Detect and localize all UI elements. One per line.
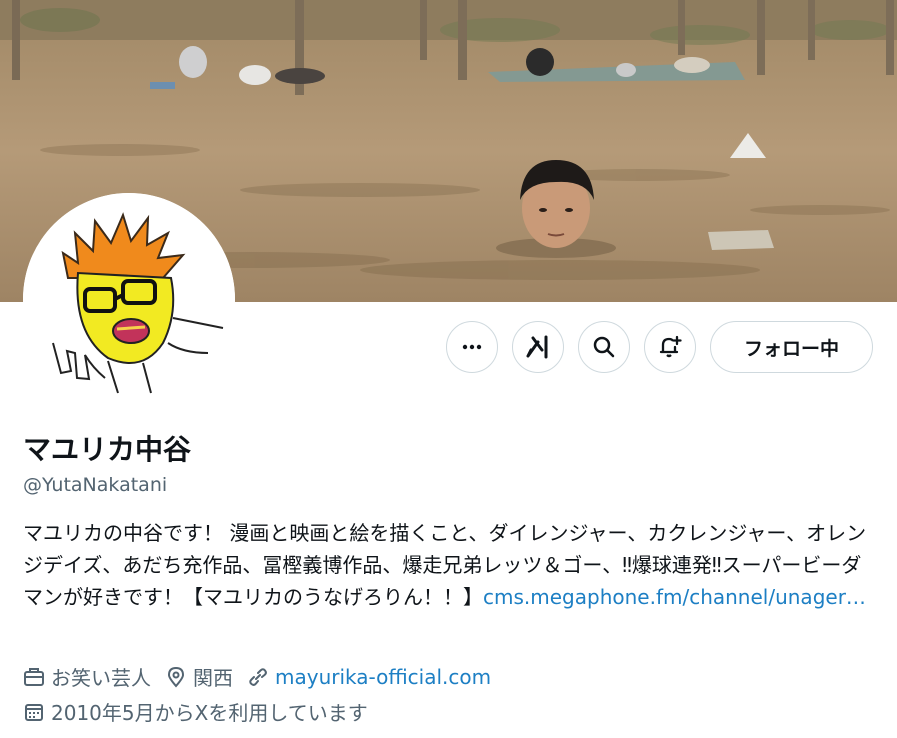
joined-label: 2010年5月からXを利用しています: [51, 701, 368, 725]
more-icon: [462, 344, 482, 350]
joined-item: 2010年5月からXを利用しています: [23, 697, 368, 726]
category-label: お笑い芸人: [51, 666, 151, 690]
grok-icon: [526, 335, 548, 359]
location-label: 関西: [193, 666, 233, 690]
display-name: マユリカ中谷: [23, 433, 192, 466]
grok-button[interactable]: [512, 321, 564, 373]
website-item[interactable]: mayurika-official.com: [247, 665, 491, 689]
calendar-icon: [25, 703, 43, 721]
more-button[interactable]: [446, 321, 498, 373]
briefcase-icon: [24, 667, 44, 686]
profile-bio: マユリカの中谷です！ 漫画と映画と絵を描くこと、ダイレンジャー、カクレンジャー、…: [23, 517, 873, 613]
notification-button[interactable]: [644, 321, 696, 373]
notification-bell-icon: [659, 335, 682, 358]
link-icon: [249, 667, 267, 686]
profile-actions: フォロー中: [0, 321, 897, 375]
joined-row: 2010年5月からXを利用しています: [23, 697, 382, 726]
search-button[interactable]: [578, 321, 630, 373]
category-item: お笑い芸人: [23, 662, 151, 691]
website-link[interactable]: mayurika-official.com: [275, 665, 491, 689]
location-pin-icon: [167, 666, 185, 688]
following-button[interactable]: フォロー中: [710, 321, 873, 373]
search-icon: [593, 336, 615, 358]
profile-meta: お笑い芸人 関西 mayurika-official.com: [23, 662, 505, 691]
bio-link[interactable]: cms.megaphone.fm/channel/unager…: [483, 585, 866, 609]
location-item: 関西: [165, 662, 233, 691]
user-handle: @YutaNakatani: [23, 474, 168, 496]
